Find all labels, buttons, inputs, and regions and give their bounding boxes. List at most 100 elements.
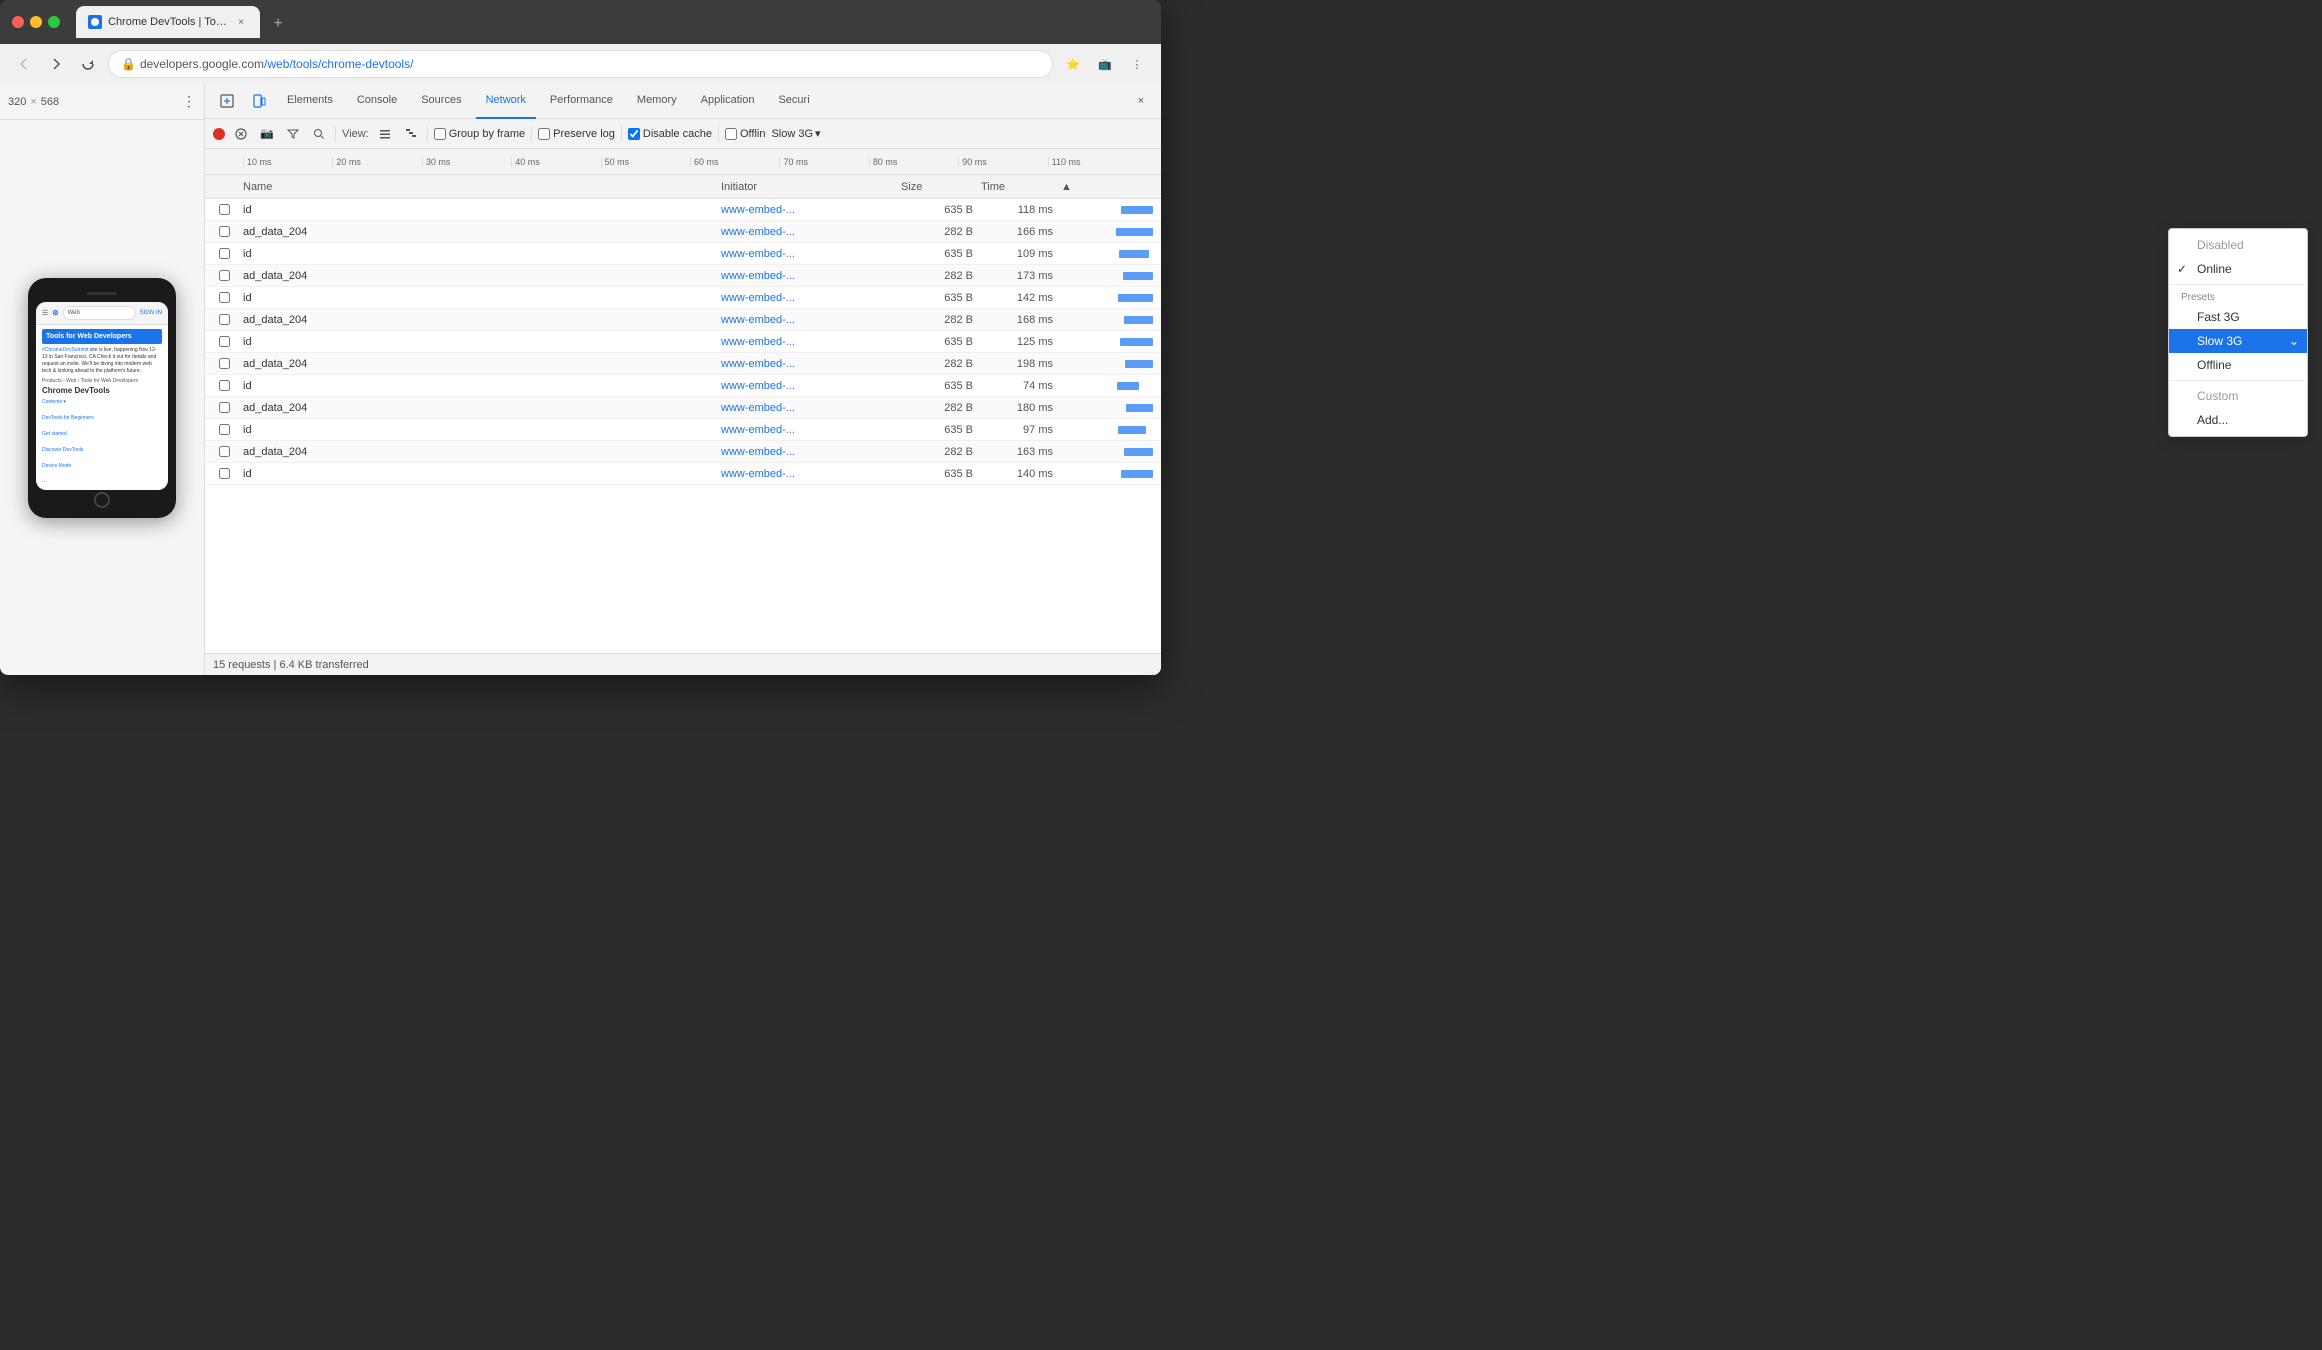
tabs-bar: Chrome DevTools | Tools for W × + xyxy=(76,6,1149,38)
bookmark-icon[interactable]: ⭐ xyxy=(1061,52,1085,76)
cell-initiator: www-embed-... xyxy=(717,468,897,480)
cell-size: 635 B xyxy=(897,468,977,480)
row-checkbox[interactable] xyxy=(219,270,230,281)
table-row[interactable]: id www-embed-... 635 B 140 ms xyxy=(205,463,1161,485)
disable-cache-label[interactable]: Disable cache xyxy=(628,128,712,140)
row-checkbox[interactable] xyxy=(219,358,230,369)
tab-network[interactable]: Network xyxy=(476,84,536,119)
close-button[interactable] xyxy=(12,16,24,28)
preserve-log-label[interactable]: Preserve log xyxy=(538,128,615,140)
tab-performance[interactable]: Performance xyxy=(540,84,623,119)
menu-icon[interactable]: ⋮ xyxy=(1125,52,1149,76)
phone-list-item: Contents ▾ xyxy=(42,398,162,406)
row-checkbox-cell xyxy=(209,380,239,391)
device-more-button[interactable]: ⋮ xyxy=(182,93,196,110)
cell-time: 142 ms xyxy=(977,292,1057,304)
new-tab-button[interactable]: + xyxy=(264,10,292,38)
cell-size: 635 B xyxy=(897,424,977,436)
tab-elements[interactable]: Elements xyxy=(277,84,343,119)
table-row[interactable]: id www-embed-... 635 B 125 ms xyxy=(205,331,1161,353)
address-bar: 🔒 developers.google.com /web/tools/chrom… xyxy=(0,44,1161,84)
table-row[interactable]: ad_data_204 www-embed-... 282 B 168 ms xyxy=(205,309,1161,331)
offline-checkbox[interactable] xyxy=(725,128,737,140)
table-row[interactable]: ad_data_204 www-embed-... 282 B 173 ms xyxy=(205,265,1161,287)
timeline-marker: 110 ms xyxy=(1048,157,1137,167)
col-initiator[interactable]: Initiator xyxy=(717,181,897,193)
cell-waterfall xyxy=(1057,338,1157,346)
table-row[interactable]: ad_data_204 www-embed-... 282 B 198 ms xyxy=(205,353,1161,375)
devtools-close-button[interactable]: × xyxy=(1129,89,1153,113)
row-checkbox[interactable] xyxy=(219,336,230,347)
tab-application[interactable]: Application xyxy=(691,84,765,119)
row-checkbox[interactable] xyxy=(219,204,230,215)
device-mode-button[interactable] xyxy=(245,87,273,115)
row-checkbox[interactable] xyxy=(219,248,230,259)
row-checkbox[interactable] xyxy=(219,468,230,479)
table-row[interactable]: id www-embed-... 635 B 142 ms xyxy=(205,287,1161,309)
table-row[interactable]: id www-embed-... 635 B 74 ms xyxy=(205,375,1161,397)
view-waterfall-button[interactable] xyxy=(401,124,421,144)
phone-list-item: Discover DevTools xyxy=(42,446,162,454)
phone-list-item: ··· xyxy=(42,478,162,486)
cell-size: 635 B xyxy=(897,336,977,348)
view-list-button[interactable] xyxy=(375,124,395,144)
cell-initiator: www-embed-... xyxy=(717,358,897,370)
minimize-button[interactable] xyxy=(30,16,42,28)
tab-close-button[interactable]: × xyxy=(234,15,248,29)
row-checkbox[interactable] xyxy=(219,402,230,413)
col-size[interactable]: Size xyxy=(897,181,977,193)
record-button[interactable] xyxy=(213,128,225,140)
throttle-select[interactable]: Slow 3G ▾ xyxy=(771,127,820,140)
preserve-log-checkbox[interactable] xyxy=(538,128,550,140)
cell-waterfall xyxy=(1057,272,1157,280)
camera-button[interactable]: 📷 xyxy=(257,124,277,144)
col-time[interactable]: Time xyxy=(977,181,1057,193)
cell-name: id xyxy=(239,380,717,392)
table-row[interactable]: ad_data_204 www-embed-... 282 B 180 ms xyxy=(205,397,1161,419)
cell-time: 140 ms xyxy=(977,468,1057,480)
phone-home-button[interactable] xyxy=(94,492,110,508)
row-checkbox-cell xyxy=(209,314,239,325)
forward-button[interactable] xyxy=(44,52,68,76)
col-waterfall[interactable]: ▲ xyxy=(1057,181,1157,193)
table-row[interactable]: ad_data_204 www-embed-... 282 B 166 ms xyxy=(205,221,1161,243)
tab-console[interactable]: Console xyxy=(347,84,407,119)
clear-button[interactable] xyxy=(231,124,251,144)
waterfall-bar xyxy=(1118,294,1153,302)
address-input[interactable]: 🔒 developers.google.com /web/tools/chrom… xyxy=(108,50,1053,78)
table-row[interactable]: id www-embed-... 635 B 118 ms xyxy=(205,199,1161,221)
waterfall-bar xyxy=(1125,360,1153,368)
active-tab[interactable]: Chrome DevTools | Tools for W × xyxy=(76,6,260,38)
row-checkbox[interactable] xyxy=(219,380,230,391)
maximize-button[interactable] xyxy=(48,16,60,28)
row-checkbox[interactable] xyxy=(219,446,230,457)
search-button[interactable] xyxy=(309,124,329,144)
table-row[interactable]: id www-embed-... 635 B 97 ms xyxy=(205,419,1161,441)
phone-search-text: Web xyxy=(68,310,80,316)
disable-cache-checkbox[interactable] xyxy=(628,128,640,140)
back-button[interactable] xyxy=(12,52,36,76)
chevron-down-icon: ▾ xyxy=(815,127,821,140)
filter-button[interactable] xyxy=(283,124,303,144)
group-by-frame-label[interactable]: Group by frame xyxy=(434,128,525,140)
inspect-element-button[interactable] xyxy=(213,87,241,115)
refresh-button[interactable] xyxy=(76,52,100,76)
row-checkbox[interactable] xyxy=(219,292,230,303)
tab-sources[interactable]: Sources xyxy=(411,84,471,119)
tab-memory[interactable]: Memory xyxy=(627,84,687,119)
row-checkbox-cell xyxy=(209,468,239,479)
row-checkbox[interactable] xyxy=(219,314,230,325)
col-name[interactable]: Name xyxy=(239,181,717,193)
group-by-frame-checkbox[interactable] xyxy=(434,128,446,140)
cast-icon[interactable]: 📺 xyxy=(1093,52,1117,76)
phone-search-input[interactable]: Web xyxy=(63,306,136,320)
phone-body-text: #ChromeDevSummit site is live, happening… xyxy=(42,347,162,375)
tab-title: Chrome DevTools | Tools for W xyxy=(108,16,228,28)
table-row[interactable]: ad_data_204 www-embed-... 282 B 163 ms xyxy=(205,441,1161,463)
row-checkbox[interactable] xyxy=(219,424,230,435)
row-checkbox[interactable] xyxy=(219,226,230,237)
tab-security[interactable]: Securi xyxy=(768,84,819,119)
table-row[interactable]: id www-embed-... 635 B 109 ms xyxy=(205,243,1161,265)
cell-name: ad_data_204 xyxy=(239,270,717,282)
offline-label[interactable]: Offlin xyxy=(725,128,765,140)
